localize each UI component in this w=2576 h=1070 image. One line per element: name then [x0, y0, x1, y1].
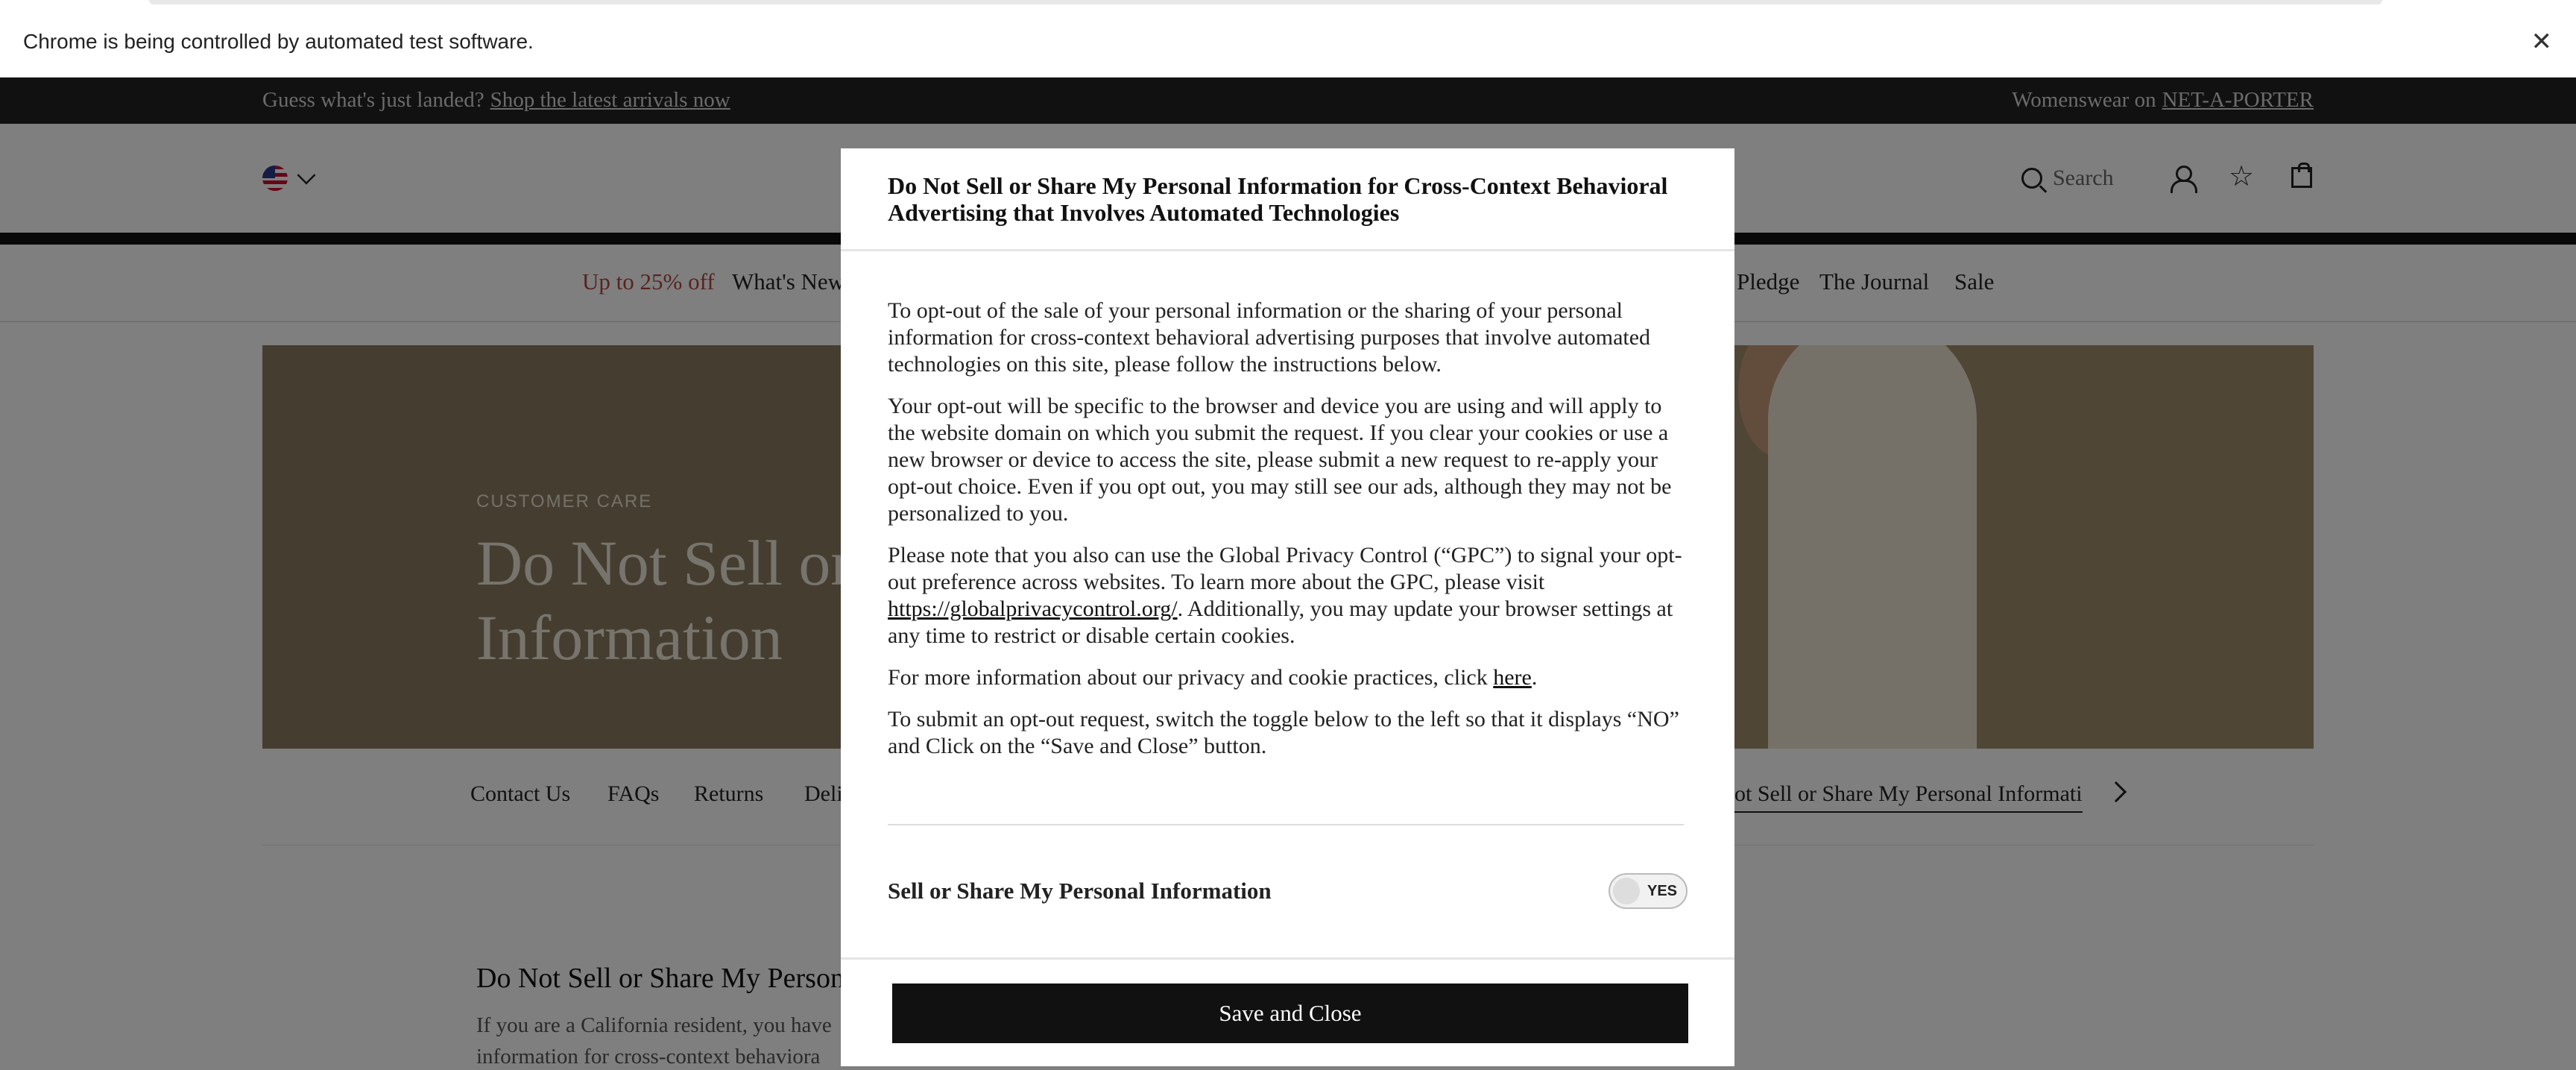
automation-message: Chrome is being controlled by automated …: [23, 30, 534, 53]
toggle-knob[interactable]: [1613, 878, 1640, 904]
modal-para-optout: To opt-out of the sale of your personal …: [888, 298, 1651, 377]
privacy-text-before: For more information about our privacy a…: [888, 665, 1494, 690]
modal-footer-divider: [841, 957, 1734, 960]
privacy-optout-modal: Do Not Sell or Share My Personal Informa…: [841, 148, 1734, 1066]
modal-para-instructions: To submit an opt-out request, switch the…: [888, 707, 1679, 758]
preference-divider: [888, 824, 1684, 825]
privacy-text-after: .: [1531, 665, 1538, 690]
modal-header: Do Not Sell or Share My Personal Informa…: [841, 148, 1734, 251]
modal-para-browser: Your opt-out will be specific to the bro…: [888, 394, 1672, 526]
gpc-link[interactable]: https://globalprivacycontrol.org/: [888, 597, 1178, 621]
modal-title: Do Not Sell or Share My Personal Informa…: [888, 172, 1668, 226]
sell-share-toggle[interactable]: YES: [1609, 873, 1688, 909]
modal-para-gpc: Please note that you also can use the Gl…: [888, 542, 1693, 649]
sell-share-label: Sell or Share My Personal Information: [888, 878, 1272, 904]
gpc-text-before: Please note that you also can use the Gl…: [888, 543, 1682, 594]
browser-tab-strip: [149, 0, 2382, 4]
close-icon[interactable]: ✕: [2531, 27, 2553, 57]
toggle-state: YES: [1647, 883, 1678, 899]
modal-para-privacy: For more information about our privacy a…: [888, 664, 1693, 691]
save-and-close-button[interactable]: Save and Close: [892, 984, 1688, 1043]
automation-infobar: Chrome is being controlled by automated …: [0, 0, 2576, 78]
modal-body: To opt-out of the sale of your personal …: [888, 298, 1693, 775]
privacy-here-link[interactable]: here: [1493, 665, 1532, 690]
